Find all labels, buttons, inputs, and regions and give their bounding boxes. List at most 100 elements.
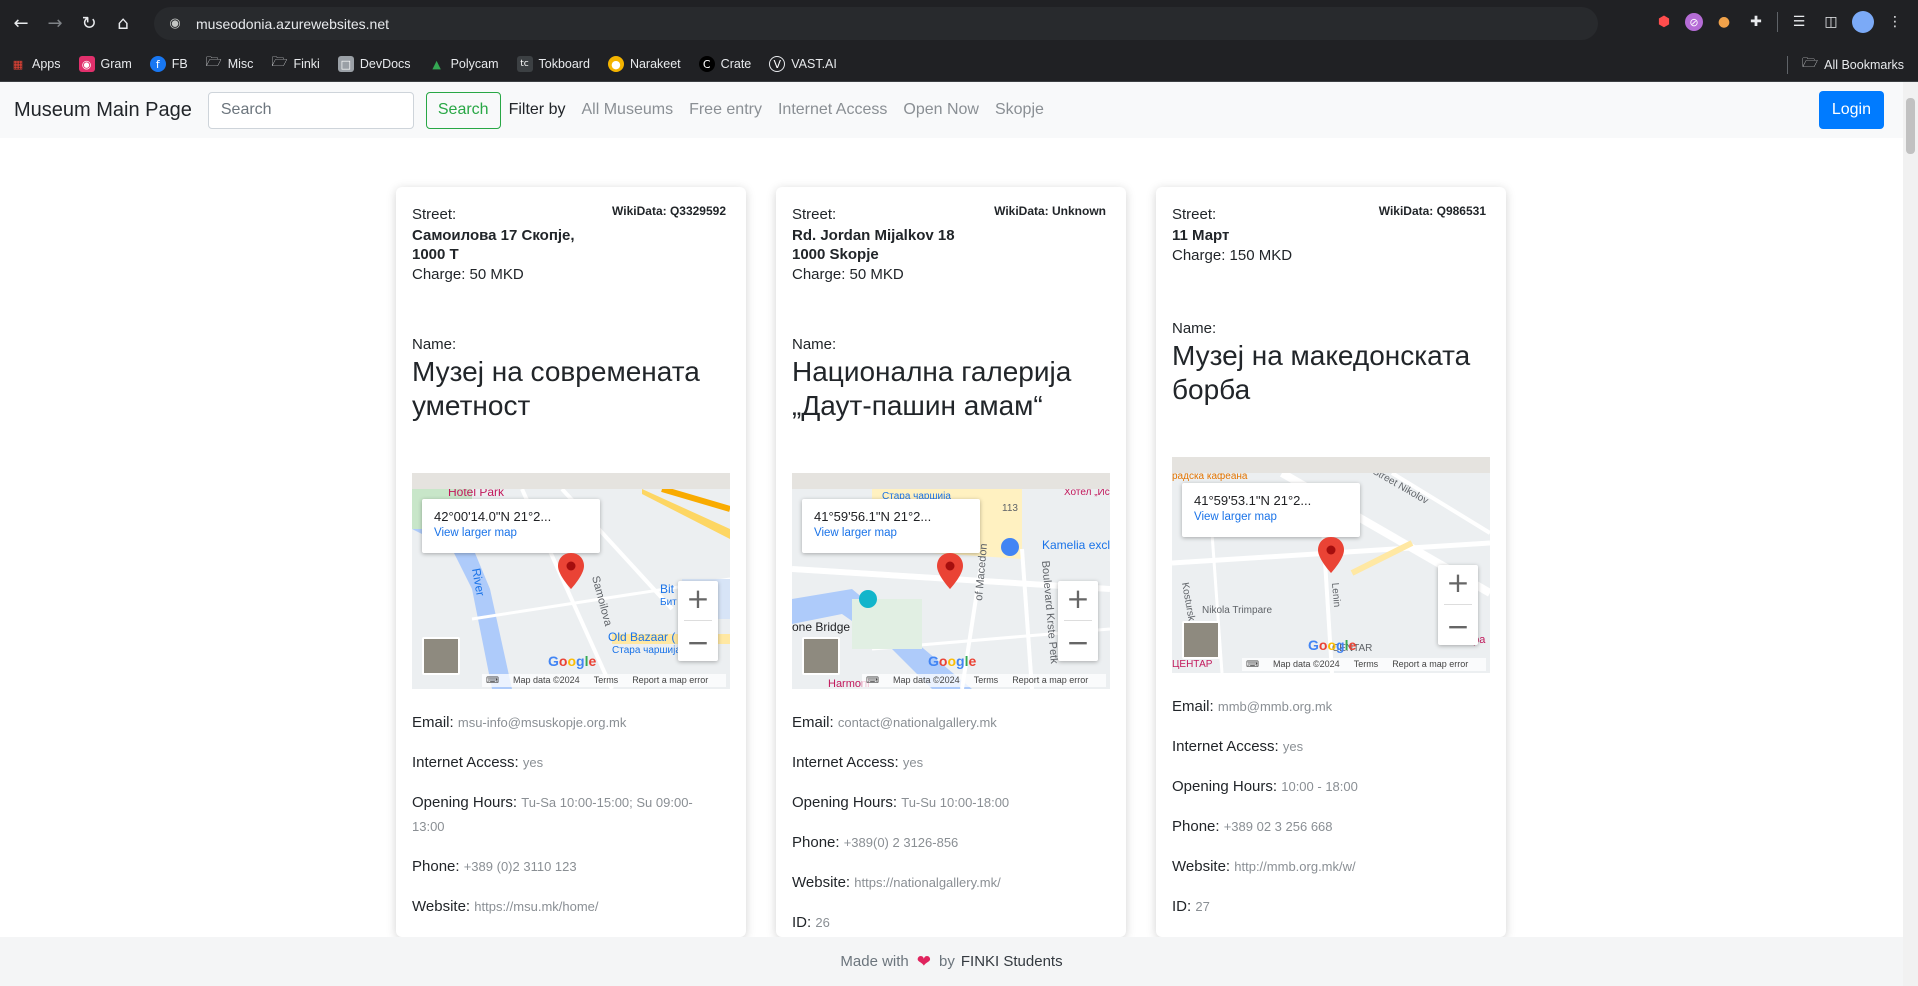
zoom-in-icon[interactable]: + <box>1066 584 1089 613</box>
internet-label: Internet Access: <box>1172 738 1279 755</box>
map-label-hotel-park: Hotel Park <box>448 489 505 499</box>
map-embed[interactable]: Hotel Park River Samoilova Old Bazaar ( … <box>412 473 730 689</box>
map-embed[interactable]: радска кафеана Street Nikolov Kosturska … <box>1172 457 1490 673</box>
view-larger-map-link[interactable]: View larger map <box>814 527 968 539</box>
filter-all-museums[interactable]: All Museums <box>581 101 673 119</box>
home-icon[interactable]: ⌂ <box>110 11 136 37</box>
all-bookmarks[interactable]: 🗁 All Bookmarks <box>1787 56 1904 74</box>
map-info-window: 41°59'56.1"N 21°2... View larger map <box>802 499 980 553</box>
bookmark-crate[interactable]: C Crate <box>698 56 751 72</box>
report-map-error-link[interactable]: Report a map error <box>1012 675 1088 685</box>
streetview-thumbnail[interactable] <box>802 637 840 675</box>
bookmark-narakeet[interactable]: ● Narakeet <box>607 56 681 72</box>
zoom-in-icon[interactable]: + <box>686 584 709 613</box>
filter-skopje[interactable]: Skopje <box>995 101 1044 119</box>
map-loading-strip <box>1172 457 1490 473</box>
login-button[interactable]: Login <box>1818 91 1884 129</box>
crate-icon: C <box>698 56 715 72</box>
side-panel-icon[interactable]: ◫ <box>1820 11 1842 33</box>
page-scrollbar[interactable] <box>1903 82 1918 986</box>
orange-extension-icon[interactable]: ● <box>1713 11 1735 33</box>
bookmark-finki[interactable]: 🗁 Finki <box>271 55 319 72</box>
email-value: mmb@mmb.org.mk <box>1217 699 1333 714</box>
filter-internet-access[interactable]: Internet Access <box>778 101 887 119</box>
bookmark-label: VAST.AI <box>791 57 837 71</box>
museum-name-line: Музеј на современата <box>412 356 700 387</box>
map-zoom-controls: + − <box>1058 581 1098 661</box>
keyboard-icon[interactable]: ⌨ <box>1246 659 1259 669</box>
map-coordinates: 41°59'56.1"N 21°2... <box>814 509 932 524</box>
map-data-text: Map data ©2024 <box>893 675 960 685</box>
map-pin-icon[interactable] <box>558 553 584 589</box>
map-pin-icon[interactable] <box>937 553 963 589</box>
charge-row: Charge: 150 MKD <box>1172 245 1490 267</box>
map-footer: ⌨ Map data ©2024 Terms Report a map error <box>862 674 1107 687</box>
website-value[interactable]: http://mmb.org.mk/w/ <box>1234 859 1355 874</box>
terms-link[interactable]: Terms <box>594 675 619 685</box>
wikidata-id: WikiData: Q3329592 <box>612 204 726 218</box>
view-larger-map-link[interactable]: View larger map <box>434 527 588 539</box>
report-map-error-link[interactable]: Report a map error <box>632 675 708 685</box>
streetview-thumbnail[interactable] <box>422 637 460 675</box>
bookmark-fb[interactable]: f FB <box>149 56 188 72</box>
bookmark-vastai[interactable]: V VAST.AI <box>769 56 837 72</box>
bookmark-misc[interactable]: 🗁 Misc <box>206 55 254 72</box>
profile-avatar-icon[interactable] <box>1852 11 1874 33</box>
filter-free-entry[interactable]: Free entry <box>689 101 762 119</box>
map-pin-icon[interactable] <box>1318 537 1344 573</box>
extensions-puzzle-icon[interactable]: ✚ <box>1745 11 1767 33</box>
website-value[interactable]: https://nationalgallery.mk/ <box>854 875 1000 890</box>
terms-link[interactable]: Terms <box>1354 659 1379 669</box>
bookmark-label: Narakeet <box>629 57 681 71</box>
bookmark-tokboard[interactable]: tc Tokboard <box>516 56 590 72</box>
map-embed[interactable]: Стара чаршија Хотел „Ис 113 Kamelia excl… <box>792 473 1110 689</box>
search-input[interactable] <box>207 91 414 129</box>
forward-arrow-icon[interactable]: → <box>42 11 68 37</box>
reload-icon[interactable]: ↻ <box>76 11 102 37</box>
search-button[interactable]: Search <box>425 91 501 129</box>
brand-link[interactable]: Museum Main Page <box>14 99 192 122</box>
bookmark-gram[interactable]: ◉ Gram <box>78 56 132 72</box>
website-value[interactable]: https://msu.mk/home/ <box>474 899 598 914</box>
scrollbar-thumb[interactable] <box>1906 98 1915 154</box>
email-row: Email: contact@nationalgallery.mk <box>792 711 1110 735</box>
terms-link[interactable]: Terms <box>974 675 999 685</box>
zoom-out-icon[interactable]: − <box>1066 629 1089 657</box>
phone-row: Phone: +389(0) 2 3126-856 <box>792 831 1110 855</box>
view-larger-map-link[interactable]: View larger map <box>1194 511 1348 523</box>
map-label-road-number: 113 <box>1002 503 1018 514</box>
streetview-thumbnail[interactable] <box>1182 621 1220 659</box>
site-info-icon[interactable]: ◉ <box>166 15 184 33</box>
blocker-extension-icon[interactable]: ⊘ <box>1685 13 1703 31</box>
museum-name-line: уметност <box>412 390 531 421</box>
id-label: ID: <box>792 914 812 931</box>
bookmark-label: Tokboard <box>538 57 590 71</box>
toolbar-divider <box>1777 12 1778 32</box>
charge-label: Charge: <box>1172 247 1226 264</box>
zoom-out-icon[interactable]: − <box>1446 613 1469 641</box>
email-label: Email: <box>792 714 834 731</box>
back-arrow-icon[interactable]: ← <box>8 11 34 37</box>
adblock-extension-icon[interactable]: ⬢ <box>1653 11 1675 33</box>
hours-label: Opening Hours: <box>792 794 898 811</box>
hours-label: Opening Hours: <box>1172 778 1278 795</box>
bookmark-polycam[interactable]: ▲ Polycam <box>429 56 498 72</box>
report-map-error-link[interactable]: Report a map error <box>1392 659 1468 669</box>
museum-name: Музеј на современата уметност <box>412 355 730 423</box>
filter-open-now[interactable]: Open Now <box>903 101 979 119</box>
zoom-divider <box>1064 620 1092 622</box>
phone-value: +389 (0)2 3110 123 <box>463 859 577 874</box>
keyboard-icon[interactable]: ⌨ <box>486 675 499 685</box>
url-text[interactable]: museodonia.azurewebsites.net <box>196 16 389 32</box>
wikidata-id: WikiData: Q986531 <box>1378 204 1486 218</box>
bookmark-devdocs[interactable]: □ DevDocs <box>337 56 411 72</box>
media-queue-icon[interactable]: ☰ <box>1788 11 1810 33</box>
zoom-out-icon[interactable]: − <box>686 629 709 657</box>
bookmarks-bar: ▦ Apps ◉ Gram f FB 🗁 Misc 🗁 Finki □ DevDocs ▲ P… <box>0 47 1918 82</box>
zoom-in-icon[interactable]: + <box>1446 568 1469 597</box>
bookmark-apps[interactable]: ▦ Apps <box>10 56 61 72</box>
menu-dots-icon[interactable]: ⋮ <box>1884 11 1906 33</box>
keyboard-icon[interactable]: ⌨ <box>866 675 879 685</box>
address-bar[interactable]: ◉ museodonia.azurewebsites.net <box>154 7 1598 40</box>
street-value: Самоилова 17 Скопје, <box>412 227 575 244</box>
